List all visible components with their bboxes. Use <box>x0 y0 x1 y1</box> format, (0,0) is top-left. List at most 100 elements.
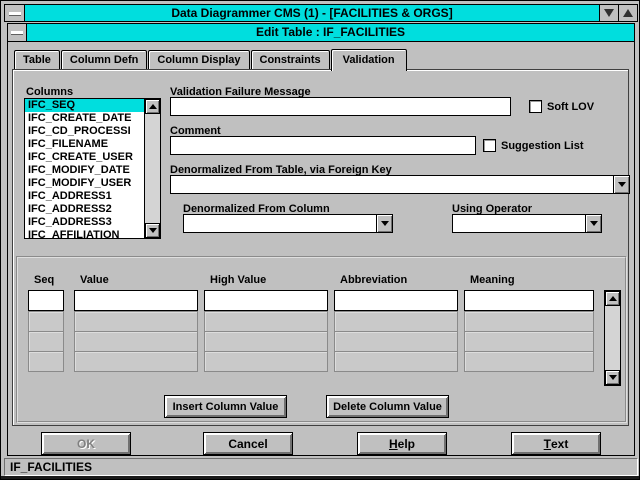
list-item[interactable]: IFC_AFFILIATION <box>25 229 144 238</box>
using-operator-input[interactable] <box>452 214 586 233</box>
dialog-control-menu-button[interactable] <box>8 24 27 41</box>
high-value-input[interactable] <box>204 290 328 311</box>
using-operator-dropdown-button[interactable] <box>585 214 602 233</box>
grid-cell-empty <box>334 311 458 332</box>
list-item[interactable]: IFC_MODIFY_USER <box>25 177 144 190</box>
grid-cell-empty <box>74 331 198 352</box>
dialog-title: Edit Table : IF_FACILITIES <box>27 24 634 41</box>
grid-cell-empty <box>334 351 458 372</box>
grid-cell-empty <box>74 351 198 372</box>
columns-label: Columns <box>26 86 73 98</box>
columns-listbox[interactable]: IFC_SEQ IFC_CREATE_DATE IFC_CD_PROCESSI … <box>24 98 161 239</box>
window-frame-edge <box>1 476 639 479</box>
app-control-menu-button[interactable] <box>5 5 25 21</box>
grid-header-value: Value <box>80 274 109 286</box>
list-item[interactable]: IFC_CREATE_DATE <box>25 112 144 125</box>
list-item[interactable]: IFC_ADDRESS1 <box>25 190 144 203</box>
grid-cell-empty <box>204 331 328 352</box>
grid-cell-empty <box>464 351 594 372</box>
text-accel: T <box>544 437 551 451</box>
scroll-up-button[interactable] <box>605 291 620 306</box>
dialog-titlebar[interactable]: Edit Table : IF_FACILITIES <box>8 24 634 42</box>
scroll-up-icon <box>609 296 617 301</box>
soft-lov-label: Soft LOV <box>547 101 594 113</box>
insert-column-value-button[interactable]: Insert Column Value <box>164 395 287 418</box>
list-item[interactable]: IFC_FILENAME <box>25 138 144 151</box>
minimize-button[interactable] <box>599 5 618 21</box>
scroll-down-button[interactable] <box>605 370 620 385</box>
grid-cell-empty <box>464 311 594 332</box>
columns-scrollbar[interactable] <box>144 99 160 238</box>
status-bar: IF_FACILITIES <box>4 458 638 476</box>
status-text: IF_FACILITIES <box>10 460 92 474</box>
list-item[interactable]: IFC_ADDRESS3 <box>25 216 144 229</box>
list-item[interactable]: IFC_ADDRESS2 <box>25 203 144 216</box>
grid-scrollbar[interactable] <box>604 290 621 386</box>
tab-column-display[interactable]: Column Display <box>148 50 249 69</box>
list-item[interactable]: IFC_MODIFY_DATE <box>25 164 144 177</box>
denormalized-from-column-dropdown-button[interactable] <box>376 214 393 233</box>
scroll-up-button[interactable] <box>145 99 160 114</box>
scroll-down-icon <box>609 375 617 380</box>
grid-cell-empty <box>204 351 328 372</box>
grid-cell-empty <box>204 311 328 332</box>
soft-lov-checkbox[interactable] <box>529 100 542 113</box>
dropdown-icon <box>381 221 389 226</box>
minimize-icon <box>604 9 614 17</box>
denormalized-from-table-dropdown-button[interactable] <box>613 175 630 194</box>
control-menu-icon <box>11 31 23 34</box>
app-title: Data Diagrammer CMS (1) - [FACILITIES & … <box>25 5 599 21</box>
tab-table[interactable]: Table <box>14 50 60 69</box>
denormalized-from-table-input[interactable] <box>170 175 614 194</box>
grid-cell-empty <box>334 331 458 352</box>
text-rest: ext <box>551 437 568 451</box>
grid-cell-empty <box>28 311 64 332</box>
validation-failure-message-input[interactable] <box>170 97 511 116</box>
grid-header-high-value: High Value <box>210 274 266 286</box>
cancel-button[interactable]: Cancel <box>203 432 293 455</box>
text-button[interactable]: Text <box>511 432 601 455</box>
denormalized-from-column-input[interactable] <box>183 214 377 233</box>
value-input[interactable] <box>74 290 198 311</box>
seq-input[interactable] <box>28 290 64 311</box>
grid-cell-empty <box>28 351 64 372</box>
help-accel: H <box>389 437 398 451</box>
columns-list: IFC_SEQ IFC_CREATE_DATE IFC_CD_PROCESSI … <box>25 99 144 238</box>
scroll-up-icon <box>149 104 157 109</box>
grid-header-meaning: Meaning <box>470 274 515 286</box>
tab-bar: Table Column Defn Column Display Constra… <box>14 50 408 69</box>
meaning-input[interactable] <box>464 290 594 311</box>
app-window: Data Diagrammer CMS (1) - [FACILITIES & … <box>0 0 640 480</box>
tab-column-defn[interactable]: Column Defn <box>61 50 147 69</box>
grid-cell-empty <box>464 331 594 352</box>
maximize-icon <box>623 9 633 17</box>
column-values-groupbox: Seq Value High Value Abbreviation Meanin… <box>16 256 627 423</box>
grid-header-seq: Seq <box>34 274 54 286</box>
list-item[interactable]: IFC_CD_PROCESSI <box>25 125 144 138</box>
edit-table-dialog: Edit Table : IF_FACILITIES Table Column … <box>7 23 635 456</box>
list-item[interactable]: IFC_SEQ <box>25 99 144 112</box>
grid-header-abbreviation: Abbreviation <box>340 274 407 286</box>
scroll-down-button[interactable] <box>145 223 160 238</box>
ok-button[interactable]: OK <box>41 432 131 455</box>
tab-constraints[interactable]: Constraints <box>251 50 330 69</box>
maximize-button[interactable] <box>618 5 637 21</box>
denormalized-from-column-combo <box>183 214 393 233</box>
control-menu-icon <box>9 12 21 15</box>
dropdown-icon <box>618 182 626 187</box>
help-button[interactable]: Help <box>357 432 447 455</box>
delete-column-value-button[interactable]: Delete Column Value <box>326 395 449 418</box>
validation-tab-panel: Columns IFC_SEQ IFC_CREATE_DATE IFC_CD_P… <box>12 69 629 426</box>
denormalized-from-table-combo <box>170 175 630 194</box>
comment-input[interactable] <box>170 136 476 155</box>
suggestion-list-checkbox[interactable] <box>483 139 496 152</box>
abbreviation-input[interactable] <box>334 290 458 311</box>
app-titlebar[interactable]: Data Diagrammer CMS (1) - [FACILITIES & … <box>4 4 638 22</box>
using-operator-combo <box>452 214 602 233</box>
grid-cell-empty <box>74 311 198 332</box>
scroll-down-icon <box>149 228 157 233</box>
dropdown-icon <box>590 221 598 226</box>
tab-validation[interactable]: Validation <box>331 49 407 71</box>
list-item[interactable]: IFC_CREATE_USER <box>25 151 144 164</box>
grid-cell-empty <box>28 331 64 352</box>
